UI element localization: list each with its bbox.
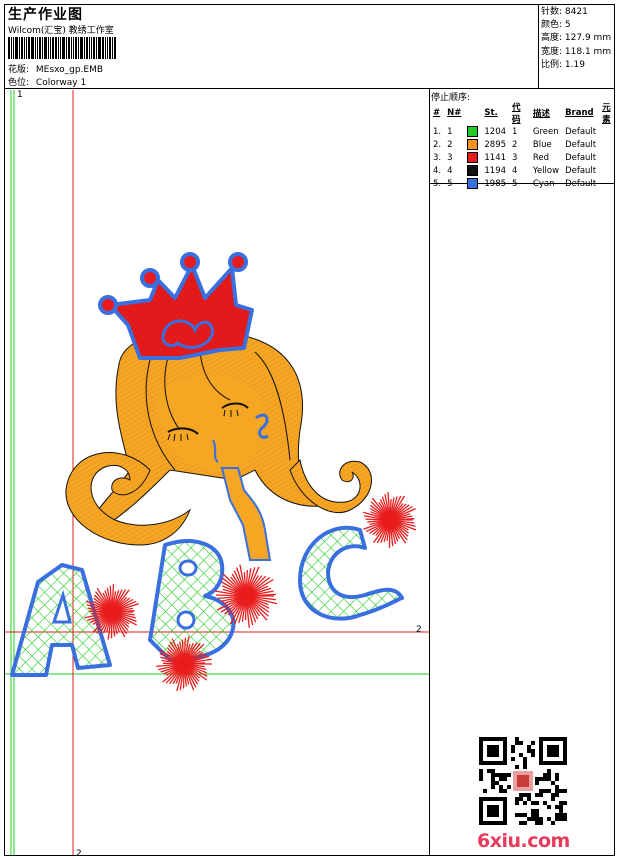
qr-code-icon: [479, 737, 567, 825]
starburst: [362, 492, 417, 549]
letter-b-hole-top: [178, 559, 198, 577]
guide-label-red-bottom: 2: [76, 849, 82, 859]
crown-jewel-3: [180, 252, 200, 272]
letter-c: [298, 525, 404, 621]
guide-label-green: 1: [17, 90, 23, 100]
guide-label-red-right: 2: [416, 625, 422, 635]
letter-b: [148, 539, 236, 662]
crown-jewel-1: [98, 295, 118, 315]
crown-jewel-2: [140, 268, 160, 288]
site-logo: 6xiu.com: [477, 830, 570, 852]
crown-jewel-4: [228, 252, 248, 272]
embroidery-design: 1 2 2: [5, 90, 429, 859]
letter-b-hole-bottom: [176, 610, 196, 630]
